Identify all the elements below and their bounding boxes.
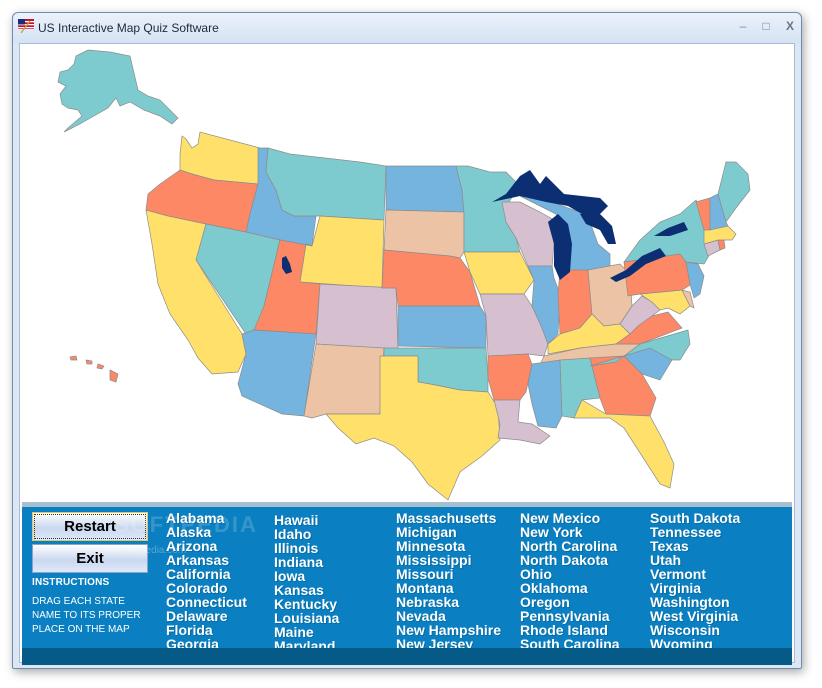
state-hawaii[interactable]: [69, 355, 119, 383]
title-bar[interactable]: US Interactive Map Quiz Software – □ X: [13, 13, 801, 43]
draggable-state-label[interactable]: North Carolina: [520, 539, 620, 553]
draggable-state-label[interactable]: Florida: [166, 623, 247, 637]
state-arizona[interactable]: [237, 329, 317, 417]
state-mississippi[interactable]: [527, 359, 563, 429]
draggable-state-label[interactable]: California: [166, 567, 247, 581]
draggable-state-label[interactable]: Kentucky: [274, 597, 339, 611]
state-new-mexico[interactable]: [303, 343, 385, 419]
draggable-state-label[interactable]: Utah: [650, 553, 740, 567]
instructions-text: DRAG EACH STATE NAME TO ITS PROPER PLACE…: [32, 595, 162, 637]
control-panel: Restart Exit SOFTPEDIA www.softpedia.com…: [22, 502, 792, 665]
draggable-state-label[interactable]: Colorado: [166, 581, 247, 595]
draggable-state-label[interactable]: North Dakota: [520, 553, 620, 567]
draggable-state-label[interactable]: Arkansas: [166, 553, 247, 567]
draggable-state-label[interactable]: Iowa: [274, 569, 339, 583]
state-alaska[interactable]: [57, 49, 179, 133]
maximize-button[interactable]: □: [756, 18, 776, 34]
draggable-state-label[interactable]: Illinois: [274, 541, 339, 555]
draggable-state-label[interactable]: Texas: [650, 539, 740, 553]
draggable-state-label[interactable]: New Mexico: [520, 511, 620, 525]
flag-app-icon: [18, 19, 34, 33]
draggable-state-label[interactable]: Nebraska: [396, 595, 501, 609]
draggable-state-label[interactable]: Michigan: [396, 525, 501, 539]
draggable-state-label[interactable]: Nevada: [396, 609, 501, 623]
draggable-state-label[interactable]: Delaware: [166, 609, 247, 623]
state-colorado[interactable]: [315, 283, 399, 351]
draggable-state-label[interactable]: Montana: [396, 581, 501, 595]
draggable-state-label[interactable]: New Hampshire: [396, 623, 501, 637]
draggable-state-label[interactable]: New York: [520, 525, 620, 539]
state-name-column: Alabama Alaska Arizona Arkansas California Co…: [166, 511, 247, 651]
draggable-state-label[interactable]: Louisiana: [274, 611, 339, 625]
instruction-line: NAME TO ITS PROPER: [32, 610, 141, 621]
draggable-state-label[interactable]: Minnesota: [396, 539, 501, 553]
state-name-column: Massachusetts Michigan Minnesota Mississipp…: [396, 511, 501, 651]
draggable-state-label[interactable]: Tennessee: [650, 525, 740, 539]
state-name-column: Hawaii Idaho Illinois Indiana Iowa Kansas Kent…: [274, 513, 339, 653]
draggable-state-label[interactable]: Washington: [650, 595, 740, 609]
draggable-state-label[interactable]: Indiana: [274, 555, 339, 569]
instruction-line: DRAG EACH STATE: [32, 596, 125, 607]
state-arkansas[interactable]: [487, 353, 533, 401]
state-kansas[interactable]: [397, 305, 487, 349]
draggable-state-label[interactable]: Rhode Island: [520, 623, 620, 637]
draggable-state-label[interactable]: Missouri: [396, 567, 501, 581]
draggable-state-label[interactable]: Vermont: [650, 567, 740, 581]
draggable-state-label[interactable]: Maine: [274, 625, 339, 639]
minimize-button[interactable]: –: [733, 18, 753, 34]
state-name-column: South Dakota Tennessee Texas Utah Vermont Vir…: [650, 511, 740, 651]
draggable-state-label[interactable]: Wisconsin: [650, 623, 740, 637]
draggable-state-label[interactable]: South Dakota: [650, 511, 740, 525]
draggable-state-label[interactable]: Virginia: [650, 581, 740, 595]
app-window: US Interactive Map Quiz Software – □ X R…: [12, 12, 802, 669]
draggable-state-label[interactable]: Oklahoma: [520, 581, 620, 595]
draggable-state-label[interactable]: Pennsylvania: [520, 609, 620, 623]
draggable-state-label[interactable]: West Virginia: [650, 609, 740, 623]
draggable-state-label[interactable]: Ohio: [520, 567, 620, 581]
state-north-dakota[interactable]: [385, 165, 465, 213]
draggable-state-label[interactable]: Massachusetts: [396, 511, 501, 525]
state-nebraska[interactable]: [381, 249, 481, 307]
draggable-state-label[interactable]: Kansas: [274, 583, 339, 597]
panel-footer-strip: [22, 648, 792, 665]
draggable-state-label[interactable]: Alabama: [166, 511, 247, 525]
client-area: Restart Exit SOFTPEDIA www.softpedia.com…: [19, 43, 795, 665]
draggable-state-label[interactable]: Arizona: [166, 539, 247, 553]
instructions-heading: INSTRUCTIONS: [32, 577, 110, 588]
us-map: [57, 49, 751, 501]
window-title: US Interactive Map Quiz Software: [38, 21, 219, 35]
draggable-state-label[interactable]: Oregon: [520, 595, 620, 609]
draggable-state-label[interactable]: Mississippi: [396, 553, 501, 567]
state-name-column: New Mexico New York North Carolina North Da…: [520, 511, 620, 651]
state-montana[interactable]: [265, 147, 387, 221]
draggable-state-label[interactable]: Alaska: [166, 525, 247, 539]
instruction-line: PLACE ON THE MAP: [32, 624, 130, 635]
close-button[interactable]: X: [780, 18, 800, 34]
draggable-state-label[interactable]: Hawaii: [274, 513, 339, 527]
draggable-state-label[interactable]: Connecticut: [166, 595, 247, 609]
draggable-state-label[interactable]: Idaho: [274, 527, 339, 541]
